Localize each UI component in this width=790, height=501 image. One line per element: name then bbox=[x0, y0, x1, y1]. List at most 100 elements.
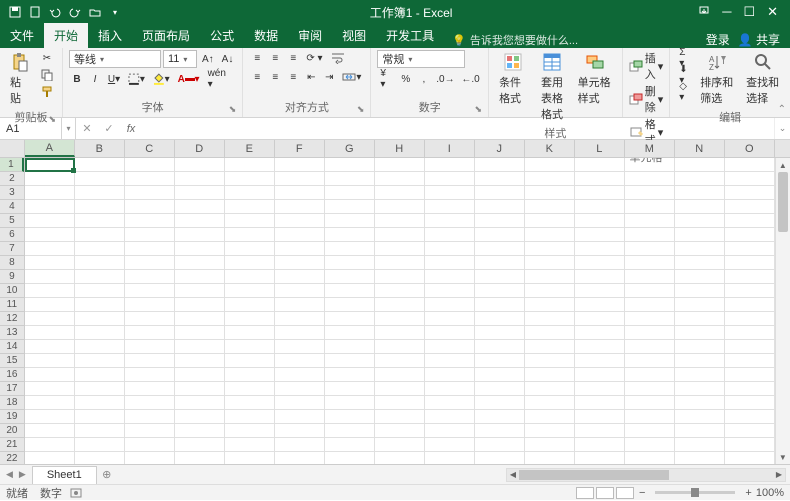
cell[interactable] bbox=[575, 396, 625, 410]
cell[interactable] bbox=[75, 396, 125, 410]
phonetic-icon[interactable]: wén ▾ bbox=[205, 71, 237, 87]
cell[interactable] bbox=[175, 396, 225, 410]
cell[interactable] bbox=[375, 298, 425, 312]
cell[interactable] bbox=[125, 382, 175, 396]
zoom-thumb[interactable] bbox=[691, 488, 699, 497]
cell[interactable] bbox=[675, 312, 725, 326]
row-header[interactable]: 12 bbox=[0, 312, 24, 326]
cell[interactable] bbox=[275, 242, 325, 256]
cell[interactable] bbox=[425, 354, 475, 368]
page-layout-view-icon[interactable] bbox=[596, 487, 614, 499]
font-color-icon[interactable]: A ▾ bbox=[175, 71, 203, 87]
cell[interactable] bbox=[225, 270, 275, 284]
cell[interactable] bbox=[125, 158, 175, 172]
cell[interactable] bbox=[25, 284, 75, 298]
cell[interactable] bbox=[675, 242, 725, 256]
cell[interactable] bbox=[125, 298, 175, 312]
cell[interactable] bbox=[725, 186, 775, 200]
cell[interactable] bbox=[725, 242, 775, 256]
cell[interactable] bbox=[125, 438, 175, 452]
cell[interactable] bbox=[275, 326, 325, 340]
cell[interactable] bbox=[75, 452, 125, 464]
cell[interactable] bbox=[25, 452, 75, 464]
cell[interactable] bbox=[275, 340, 325, 354]
cell[interactable] bbox=[225, 298, 275, 312]
cell[interactable] bbox=[225, 340, 275, 354]
vscroll-thumb[interactable] bbox=[778, 172, 788, 232]
column-header[interactable]: M bbox=[625, 140, 675, 157]
zoom-level[interactable]: 100% bbox=[756, 487, 784, 499]
cell[interactable] bbox=[225, 284, 275, 298]
cell[interactable] bbox=[275, 354, 325, 368]
tab-view[interactable]: 视图 bbox=[332, 23, 376, 48]
cell[interactable] bbox=[275, 438, 325, 452]
cell[interactable] bbox=[25, 354, 75, 368]
cell[interactable] bbox=[25, 438, 75, 452]
cell[interactable] bbox=[325, 186, 375, 200]
tab-layout[interactable]: 页面布局 bbox=[132, 23, 200, 48]
cell[interactable] bbox=[325, 172, 375, 186]
cell[interactable] bbox=[125, 326, 175, 340]
cell-styles-button[interactable]: 单元格样式 bbox=[574, 50, 616, 108]
sort-filter-button[interactable]: AZ 排序和筛选 bbox=[696, 50, 738, 108]
cell[interactable] bbox=[625, 438, 675, 452]
cell[interactable] bbox=[575, 354, 625, 368]
cell[interactable] bbox=[725, 284, 775, 298]
tab-insert[interactable]: 插入 bbox=[88, 23, 132, 48]
cancel-formula-icon[interactable]: ✕ bbox=[76, 118, 98, 139]
cell[interactable] bbox=[425, 284, 475, 298]
cell[interactable] bbox=[325, 424, 375, 438]
font-launcher-icon[interactable]: ⬊ bbox=[229, 104, 237, 115]
cell[interactable] bbox=[525, 382, 575, 396]
column-header[interactable]: D bbox=[175, 140, 225, 157]
cell[interactable] bbox=[725, 354, 775, 368]
cell[interactable] bbox=[225, 200, 275, 214]
cell[interactable] bbox=[25, 200, 75, 214]
cell[interactable] bbox=[275, 452, 325, 464]
cell[interactable] bbox=[725, 452, 775, 464]
row-header[interactable]: 5 bbox=[0, 214, 24, 228]
cell[interactable] bbox=[375, 354, 425, 368]
cell[interactable] bbox=[675, 256, 725, 270]
cell[interactable] bbox=[525, 326, 575, 340]
cell[interactable] bbox=[425, 256, 475, 270]
cell[interactable] bbox=[225, 256, 275, 270]
add-sheet-icon[interactable]: ⊕ bbox=[97, 465, 117, 484]
cell[interactable] bbox=[375, 410, 425, 424]
cell[interactable] bbox=[475, 284, 525, 298]
cell[interactable] bbox=[725, 424, 775, 438]
cell[interactable] bbox=[225, 382, 275, 396]
cell[interactable] bbox=[325, 228, 375, 242]
cell[interactable] bbox=[625, 228, 675, 242]
cell[interactable] bbox=[425, 158, 475, 172]
cell[interactable] bbox=[475, 214, 525, 228]
cell[interactable] bbox=[275, 256, 325, 270]
tab-file[interactable]: 文件 bbox=[0, 23, 44, 48]
cell[interactable] bbox=[275, 186, 325, 200]
cell[interactable] bbox=[125, 410, 175, 424]
column-header[interactable]: A bbox=[25, 140, 75, 157]
cell[interactable] bbox=[25, 298, 75, 312]
cell[interactable] bbox=[25, 424, 75, 438]
cell[interactable] bbox=[525, 340, 575, 354]
enter-formula-icon[interactable]: ✓ bbox=[98, 118, 120, 139]
cell[interactable] bbox=[25, 228, 75, 242]
cell[interactable] bbox=[375, 340, 425, 354]
cell[interactable] bbox=[575, 410, 625, 424]
cell[interactable] bbox=[675, 228, 725, 242]
redo-icon[interactable] bbox=[66, 3, 84, 21]
cell[interactable] bbox=[575, 172, 625, 186]
cell[interactable] bbox=[625, 326, 675, 340]
cell[interactable] bbox=[225, 396, 275, 410]
clear-icon[interactable]: ◇ ▾ bbox=[676, 84, 692, 100]
row-header[interactable]: 19 bbox=[0, 410, 24, 424]
cell[interactable] bbox=[225, 172, 275, 186]
cell[interactable] bbox=[275, 382, 325, 396]
cell[interactable] bbox=[125, 270, 175, 284]
cell[interactable] bbox=[725, 200, 775, 214]
cell[interactable] bbox=[25, 172, 75, 186]
cell[interactable] bbox=[475, 228, 525, 242]
cell[interactable] bbox=[325, 158, 375, 172]
zoom-slider[interactable] bbox=[655, 491, 735, 494]
cell[interactable] bbox=[725, 340, 775, 354]
